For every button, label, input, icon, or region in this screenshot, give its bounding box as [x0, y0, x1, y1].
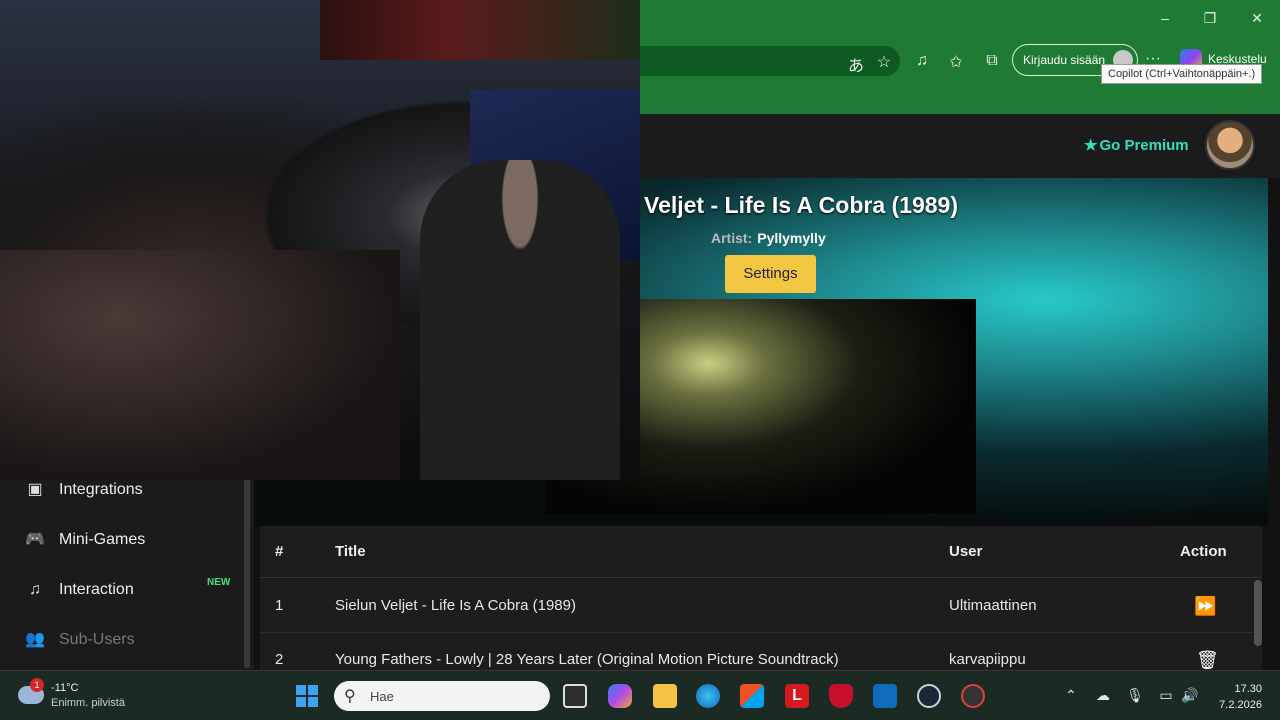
obs-icon[interactable] — [961, 684, 985, 708]
date: 7.2.2026 — [1219, 699, 1262, 711]
column-header-user: User — [949, 543, 983, 560]
table-row: 1 Sielun Veljet - Life Is A Cobra (1989)… — [260, 579, 1262, 633]
favorite-star-icon[interactable]: ☆ — [873, 52, 895, 72]
l-app-icon[interactable]: L — [785, 684, 809, 708]
copilot-app-icon[interactable] — [608, 684, 632, 708]
notification-badge: 1 — [30, 678, 44, 692]
artist-line: Artist: Pyllymylly — [711, 230, 826, 246]
premium-label: Go Premium — [1099, 137, 1189, 154]
outlook-icon[interactable] — [873, 684, 897, 708]
go-premium-link[interactable]: ★ Go Premium — [1084, 136, 1189, 154]
sidebar-item-label: Interaction — [59, 581, 134, 598]
row-number: 1 — [275, 597, 284, 614]
chevron-up-icon[interactable]: ⌃ — [1061, 687, 1081, 704]
steam-icon[interactable] — [917, 684, 941, 708]
star-icon: ★ — [1084, 137, 1098, 154]
minimize-button[interactable]: – — [1155, 10, 1175, 26]
temperature: -11°C — [51, 682, 79, 694]
sidebar-item-label: Integrations — [59, 481, 143, 498]
song-title: Veljet - Life Is A Cobra (1989) — [644, 192, 959, 218]
collections-icon[interactable]: ⧉ — [981, 52, 1003, 70]
integrations-icon: ▣ — [27, 481, 43, 498]
queue-scrollbar[interactable] — [1254, 580, 1262, 646]
sidebar-item-sub-users[interactable]: 👥 Sub-Users — [24, 625, 135, 655]
taskbar: 1 -11°C Enimm. pilvistä ⚲ Hae L ⌃ ☁ 🎙 ▭ … — [0, 670, 1280, 720]
webcam-tapestry — [320, 0, 640, 60]
sidebar-item-label: Mini-Games — [59, 531, 146, 548]
webcam-couch — [0, 250, 400, 480]
sidebar-scrollbar[interactable] — [244, 478, 250, 668]
time: 17.30 — [1234, 683, 1262, 695]
file-explorer-icon[interactable] — [653, 684, 677, 708]
artist-name: Pyllymylly — [757, 230, 826, 246]
new-badge: NEW — [207, 577, 231, 588]
song-queue-table: # Title User Action 1 Sielun Veljet - Li… — [260, 526, 1262, 687]
row-title: Sielun Veljet - Life Is A Cobra (1989) — [335, 597, 576, 614]
restore-button[interactable]: ❐ — [1200, 10, 1220, 27]
favorites-icon[interactable]: ✩ — [945, 52, 967, 72]
weather-condition: Enimm. pilvistä — [51, 697, 125, 709]
mcafee-icon[interactable] — [829, 684, 853, 708]
webcam-overlay — [0, 0, 640, 480]
sidebar-item-mini-games[interactable]: 🎮 Mini-Games — [24, 525, 145, 555]
close-button[interactable]: ✕ — [1247, 10, 1267, 27]
network-cloud-icon[interactable]: ☁ — [1093, 687, 1113, 704]
music-note-icon: ♫ — [29, 581, 41, 598]
translate-icon[interactable]: あ — [845, 52, 867, 76]
skip-icon[interactable]: ⏩ — [1194, 579, 1216, 633]
search-icon: ⚲ — [344, 688, 356, 705]
taskbar-search[interactable]: ⚲ Hae — [334, 681, 550, 711]
sidebar-item-label: Sub-Users — [59, 631, 135, 648]
webcam-person — [420, 160, 620, 480]
settings-button[interactable]: Settings — [725, 255, 816, 293]
store-icon[interactable] — [740, 684, 764, 708]
start-button[interactable] — [296, 685, 318, 707]
column-header-action: Action — [1180, 543, 1227, 560]
microphone-icon[interactable]: 🎙 — [1125, 687, 1145, 704]
table-header: # Title User Action — [260, 526, 1262, 578]
row-user: Ultimaattinen — [949, 597, 1037, 614]
gamepad-icon: 🎮 — [25, 531, 45, 548]
display-icon[interactable]: ▭ — [1156, 687, 1176, 704]
volume-icon[interactable]: 🔊 — [1180, 687, 1200, 704]
avatar[interactable] — [1205, 120, 1255, 170]
clock[interactable]: 17.30 7.2.2026 — [1216, 681, 1262, 713]
edge-icon[interactable] — [696, 684, 720, 708]
sign-in-label: Kirjaudu sisään — [1023, 53, 1106, 67]
column-header-title: Title — [335, 543, 366, 560]
users-icon: 👥 — [25, 631, 45, 648]
task-view-icon[interactable] — [563, 684, 587, 708]
search-placeholder: Hae — [370, 689, 394, 704]
media-icon[interactable]: ♫ — [911, 52, 933, 70]
sidebar-item-interaction[interactable]: ♫ Interaction — [24, 575, 134, 605]
column-header-num: # — [275, 543, 284, 560]
weather-widget[interactable]: 1 -11°C Enimm. pilvistä — [18, 678, 158, 712]
artist-label: Artist: — [711, 230, 753, 246]
copilot-tooltip: Copilot (Ctrl+Vaihtonäppäin+.) — [1101, 64, 1263, 84]
